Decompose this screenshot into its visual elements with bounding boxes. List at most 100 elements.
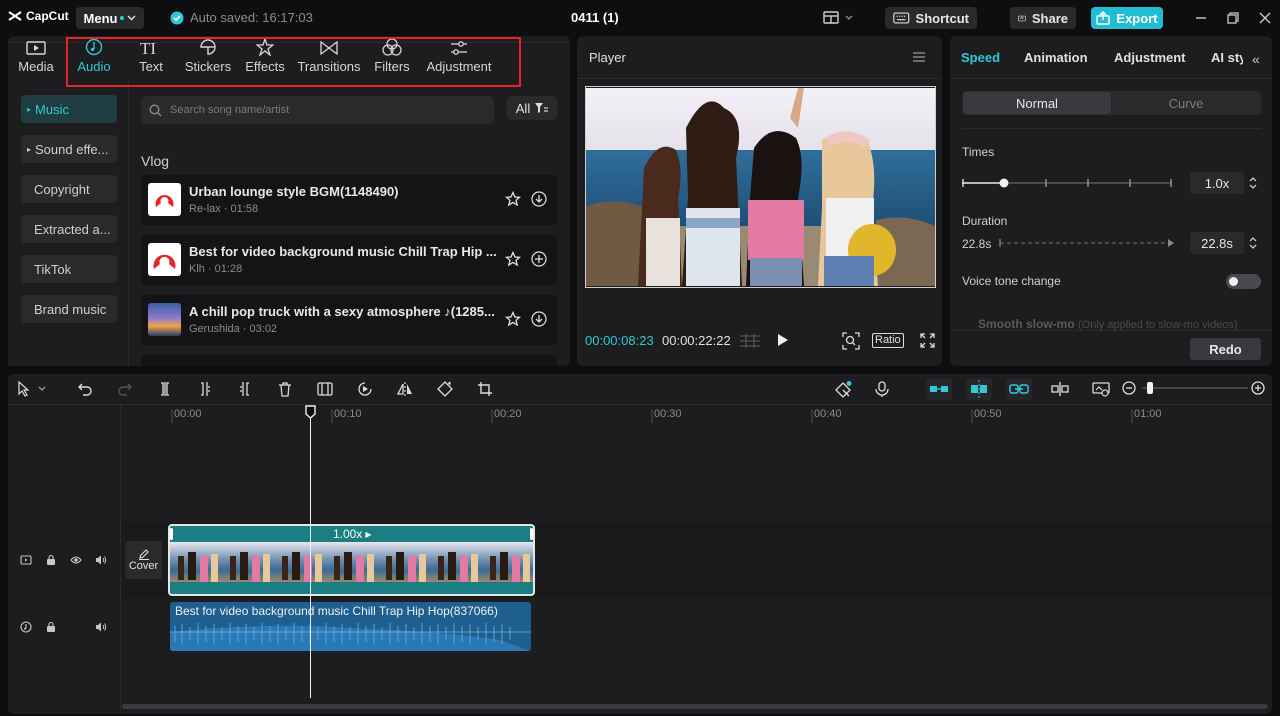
props-footer-divider [950,330,1272,331]
linkage-button[interactable] [1006,378,1032,400]
eye-icon[interactable] [70,554,82,566]
undo-button[interactable] [77,381,93,397]
volume-icon[interactable] [95,621,107,633]
thumbnail-button[interactable] [1092,381,1110,397]
duration-stepper[interactable] [1248,235,1258,251]
zoom-in-button[interactable] [1251,381,1267,397]
main-track-magnet-button[interactable] [926,378,952,400]
trim-left-button[interactable] [197,381,213,397]
sidebar-item-sound-effects[interactable]: ▸ Sound effe... [21,135,117,163]
zoom-fit-button[interactable] [842,332,860,350]
player-menu-button[interactable] [912,51,926,63]
rotate-button[interactable] [437,381,453,397]
tab-media[interactable]: Media [14,36,58,78]
ruler-tick-label: 00:10 [334,408,362,420]
voice-tone-toggle[interactable] [1226,274,1261,289]
tab-adjustment-props[interactable]: Adjustment [1114,50,1186,65]
times-stepper[interactable] [1248,175,1258,191]
sidebar-item-tiktok[interactable]: TikTok [21,255,117,283]
redo-tool-button[interactable] [117,381,133,397]
play-button[interactable] [775,333,789,347]
trim-right-icon [240,382,249,396]
playhead-line[interactable] [310,406,311,698]
restore-button[interactable] [1226,11,1240,25]
download-button[interactable] [531,191,547,207]
menu-button[interactable]: Menu [76,7,144,29]
video-preview[interactable] [586,88,935,286]
add-button[interactable] [531,251,547,267]
song-item-partial[interactable] [141,355,557,366]
tab-speed[interactable]: Speed [961,50,1000,65]
export-button[interactable]: Export [1091,7,1163,29]
lock-icon[interactable] [45,621,57,633]
cover-button[interactable]: Cover [125,541,162,579]
tab-ai-style[interactable]: AI sty [1211,50,1243,65]
delete-button[interactable] [277,381,293,397]
timeline-scrollbar[interactable] [122,704,1268,709]
download-icon [531,311,547,327]
mode-normal[interactable]: Normal [963,92,1111,114]
favorite-button[interactable] [505,251,521,267]
times-input[interactable]: 1.0x [1190,172,1244,194]
sidebar-item-music[interactable]: ▸ Music [21,95,117,123]
minimize-button[interactable] [1194,11,1208,25]
ai-effects-button[interactable] [834,381,852,398]
sidebar-item-copyright[interactable]: Copyright [21,175,117,203]
lock-icon[interactable] [45,554,57,566]
song-item[interactable]: Urban lounge style BGM(1148490) Re-lax ·… [141,175,557,225]
share-button[interactable]: Share [1010,7,1076,29]
timeline-ruler[interactable] [160,405,1260,425]
select-tool-button[interactable] [17,381,46,397]
fullscreen-button[interactable] [920,333,935,348]
search-input[interactable]: Search song name/artist [141,96,494,124]
trim-right-button[interactable] [237,381,253,397]
filter-button[interactable]: All [507,96,557,120]
video-clip[interactable]: 1.00x ▶ [168,524,535,596]
tab-animation[interactable]: Animation [1024,50,1088,65]
star-icon [505,311,521,327]
song-meta: Klh · 01:28 [189,263,243,275]
sidebar-item-brand-music[interactable]: Brand music [21,295,117,323]
song-meta: Re-lax · 01:58 [189,203,259,215]
sidebar-item-label: TikTok [34,261,72,277]
collapse-panel-icon[interactable]: « [1252,51,1260,67]
frame-grid-button[interactable] [739,333,761,349]
song-item[interactable]: A chill pop truck with a sexy atmosphere… [141,295,557,345]
favorite-button[interactable] [505,311,521,327]
props-divider [950,78,1272,79]
clip-trim-handle-right[interactable] [530,528,533,540]
duration-input[interactable]: 22.8s [1190,232,1244,254]
redo-button[interactable]: Redo [1190,338,1261,360]
split-button[interactable] [157,381,173,397]
playhead-marker-icon [305,405,316,419]
favorite-button[interactable] [505,191,521,207]
record-voice-button[interactable] [874,381,890,397]
times-slider[interactable] [962,176,1174,190]
freeze-button[interactable] [317,381,333,397]
crop-button[interactable] [477,381,493,397]
zoom-slider[interactable] [1142,381,1248,395]
ratio-button[interactable]: Ratio [872,333,904,348]
song-item[interactable]: Best for video background music Chill Tr… [141,235,557,285]
sidebar-item-extracted-audio[interactable]: Extracted a... [21,215,117,243]
clip-trim-handle-left[interactable] [170,528,173,540]
audio-clip[interactable]: Best for video background music Chill Tr… [170,602,531,651]
download-button[interactable] [531,311,547,327]
layout-icon [823,11,853,24]
volume-icon[interactable] [95,554,107,566]
microphone-icon [875,381,889,397]
menu-notification-dot [120,16,125,20]
snap-button[interactable] [966,378,992,400]
playhead-handle[interactable] [305,405,316,419]
shortcut-button[interactable]: Shortcut [885,7,977,29]
reverse-button[interactable] [357,381,373,397]
mirror-button[interactable] [397,381,413,397]
layout-button[interactable] [823,10,853,26]
close-button[interactable] [1258,11,1272,25]
menu-label: Menu [83,10,118,26]
preview-axis-button[interactable] [1051,381,1069,397]
mode-curve[interactable]: Curve [1112,92,1260,114]
rotate-icon [437,381,453,397]
zoom-out-button[interactable] [1122,381,1138,397]
zoom-in-icon [1251,381,1265,395]
